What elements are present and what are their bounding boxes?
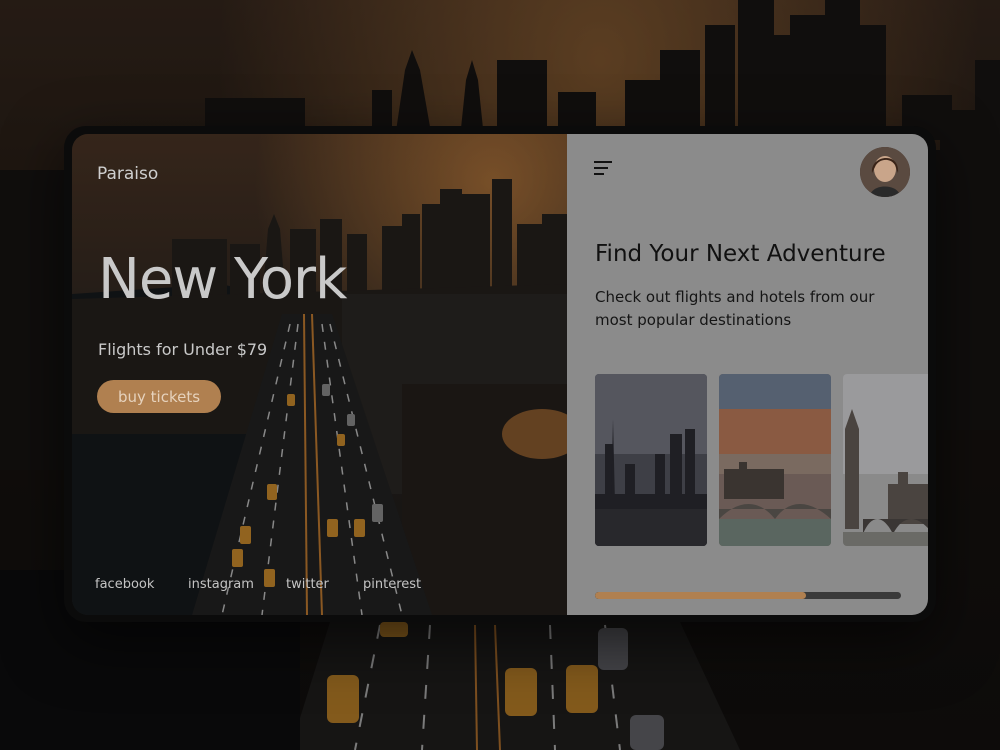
social-link-twitter[interactable]: twitter	[286, 577, 329, 592]
hero-image: Paraiso New York Flights for Under $79 b…	[72, 134, 567, 615]
carousel-progress-bar[interactable]	[595, 592, 901, 599]
hero-overlay	[72, 134, 567, 615]
brand-logo[interactable]: Paraiso	[97, 164, 158, 184]
destination-card-shanghai[interactable]	[595, 374, 707, 546]
destinations-panel: Find Your Next Adventure Check out fligh…	[567, 134, 928, 615]
panel-subtitle: Check out flights and hotels from our mo…	[595, 288, 875, 329]
hamburger-menu-icon[interactable]	[594, 161, 614, 177]
destination-card-bridge[interactable]	[719, 374, 831, 546]
hero-tagline: Flights for Under $79	[98, 340, 268, 359]
social-link-pinterest[interactable]: pinterest	[363, 577, 421, 592]
panel-title: Find Your Next Adventure	[595, 241, 886, 267]
hero-card: Paraiso New York Flights for Under $79 b…	[64, 126, 936, 622]
hero-city-title: New York	[98, 247, 347, 312]
social-link-facebook[interactable]: facebook	[95, 577, 154, 592]
user-avatar[interactable]	[860, 147, 910, 197]
destination-card-london[interactable]	[843, 374, 928, 546]
buy-tickets-button[interactable]: buy tickets	[97, 380, 221, 413]
carousel-progress-fill	[595, 592, 807, 599]
social-link-instagram[interactable]: instagram	[188, 577, 254, 592]
